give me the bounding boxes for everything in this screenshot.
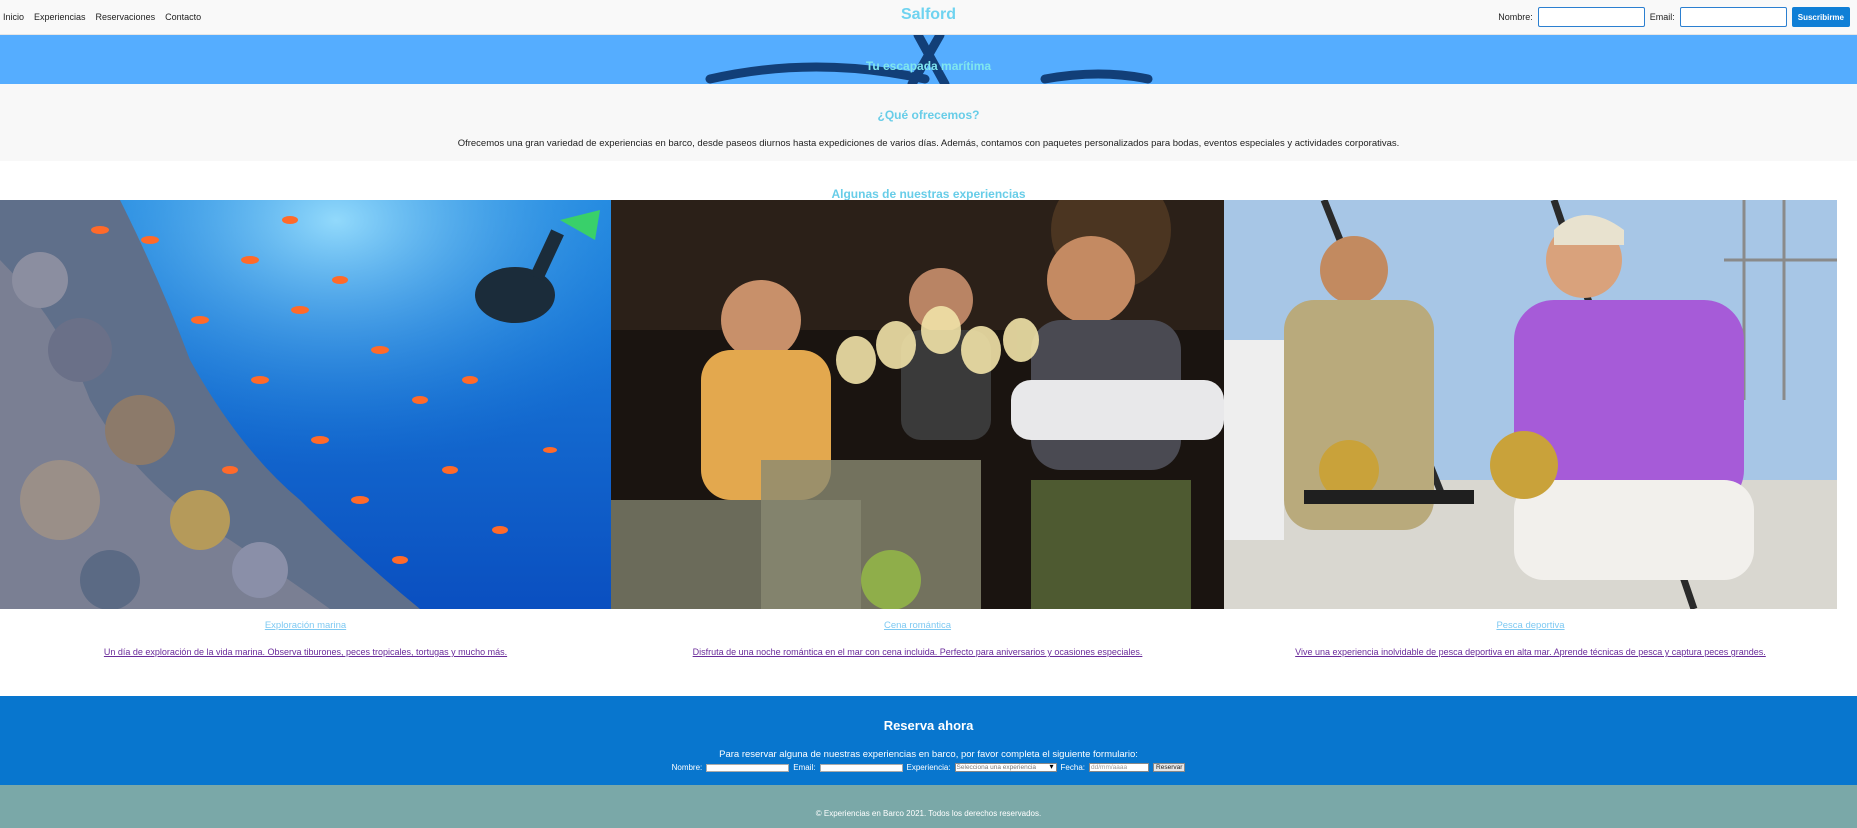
reserve-date-label: Fecha: <box>1060 763 1086 772</box>
reserve-title: Reserva ahora <box>883 718 974 733</box>
experiences-title: Algunas de nuestras experiencias <box>831 187 1026 201</box>
experience-desc-dinner[interactable]: Disfruta de una noche romántica en el ma… <box>611 647 1224 657</box>
reserve-email-label: Email: <box>793 763 816 772</box>
subscribe-form: Nombre: Email: Suscribirme <box>1498 7 1850 27</box>
reserve-experience-label: Experiencia: <box>906 763 951 772</box>
footer: © Experiencias en Barco 2021. Todos los … <box>0 785 1857 828</box>
nav-link-experiencias[interactable]: Experiencias <box>34 12 86 22</box>
experience-desc-fishing[interactable]: Vive una experiencia inolvidable de pesc… <box>1224 647 1837 657</box>
experience-desc-marine[interactable]: Un día de exploración de la vida marina.… <box>0 647 611 657</box>
reserve-date-input[interactable]: dd/mm/aaaa <box>1089 763 1150 772</box>
offer-section: ¿Qué ofrecemos? Ofrecemos una gran varie… <box>0 84 1857 161</box>
nav-link-reservaciones[interactable]: Reservaciones <box>96 12 156 22</box>
experience-image-fishing <box>1224 200 1837 609</box>
experience-image-dinner <box>611 200 1224 609</box>
experience-card-marine[interactable]: Exploración marina Un día de exploración… <box>0 620 611 657</box>
top-navigation-bar: Inicio Experiencias Reservaciones Contac… <box>0 0 1857 35</box>
main-nav: Inicio Experiencias Reservaciones Contac… <box>3 12 201 22</box>
experience-card-dinner[interactable]: Cena romántica Disfruta de una noche rom… <box>611 620 1224 657</box>
offer-text: Ofrecemos una gran variedad de experienc… <box>457 138 1400 149</box>
reserve-experience-select[interactable]: Selecciona una experiencia <box>954 763 1057 772</box>
subscribe-name-input[interactable] <box>1537 7 1645 27</box>
subscribe-email-label: Email: <box>1649 12 1675 22</box>
experience-title-marine[interactable]: Exploración marina <box>0 620 611 631</box>
nav-link-contacto[interactable]: Contacto <box>165 12 201 22</box>
subscribe-email-input[interactable] <box>1679 7 1787 27</box>
hero-tagline: Tu escapada marítima <box>865 59 992 73</box>
experience-title-fishing[interactable]: Pesca deportiva <box>1224 620 1837 631</box>
experience-title-dinner[interactable]: Cena romántica <box>611 620 1224 631</box>
reserve-form: Nombre: Email: Experiencia: Selecciona u… <box>0 763 1857 772</box>
reserve-submit-button[interactable]: Reservar <box>1153 763 1186 772</box>
subscribe-name-label: Nombre: <box>1498 12 1533 22</box>
footer-copyright: © Experiencias en Barco 2021. Todos los … <box>815 809 1042 818</box>
reserve-email-input[interactable] <box>819 763 903 772</box>
reserve-name-input[interactable] <box>706 763 790 772</box>
offer-title: ¿Qué ofrecemos? <box>877 108 980 122</box>
nav-link-inicio[interactable]: Inicio <box>3 12 24 22</box>
subscribe-button[interactable]: Suscribirme <box>1791 7 1850 27</box>
experience-image-marine <box>0 200 611 609</box>
experience-card-fishing[interactable]: Pesca deportiva Vive una experiencia ino… <box>1224 620 1837 657</box>
reserve-text: Para reservar alguna de nuestras experie… <box>719 749 1138 760</box>
reserve-section: Reserva ahora Para reservar alguna de nu… <box>0 696 1857 785</box>
hero-banner: Tu escapada marítima <box>0 35 1857 84</box>
reserve-name-label: Nombre: <box>671 763 703 772</box>
